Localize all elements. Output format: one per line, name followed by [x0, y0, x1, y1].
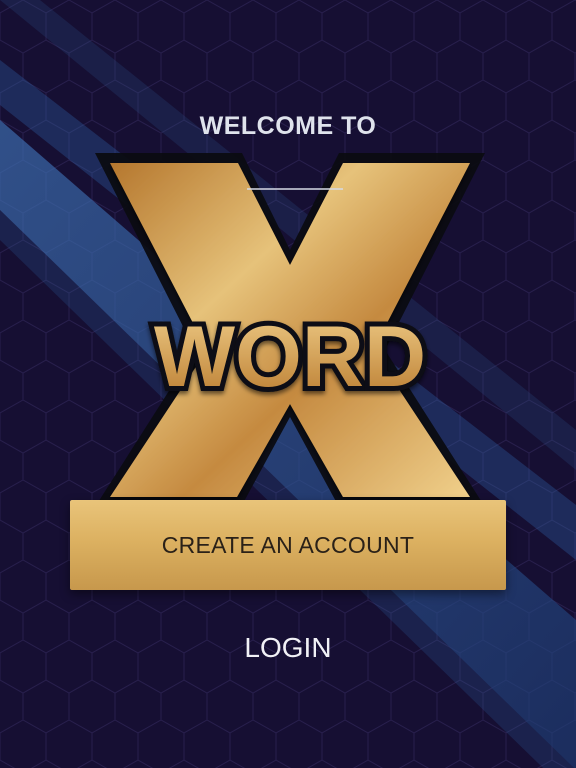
logo-word: WORD WORD: [149, 304, 431, 410]
create-account-button[interactable]: CREATE AN ACCOUNT: [70, 500, 506, 590]
logo-word-fill: WORD: [154, 309, 426, 405]
login-link[interactable]: LOGIN: [0, 632, 576, 664]
